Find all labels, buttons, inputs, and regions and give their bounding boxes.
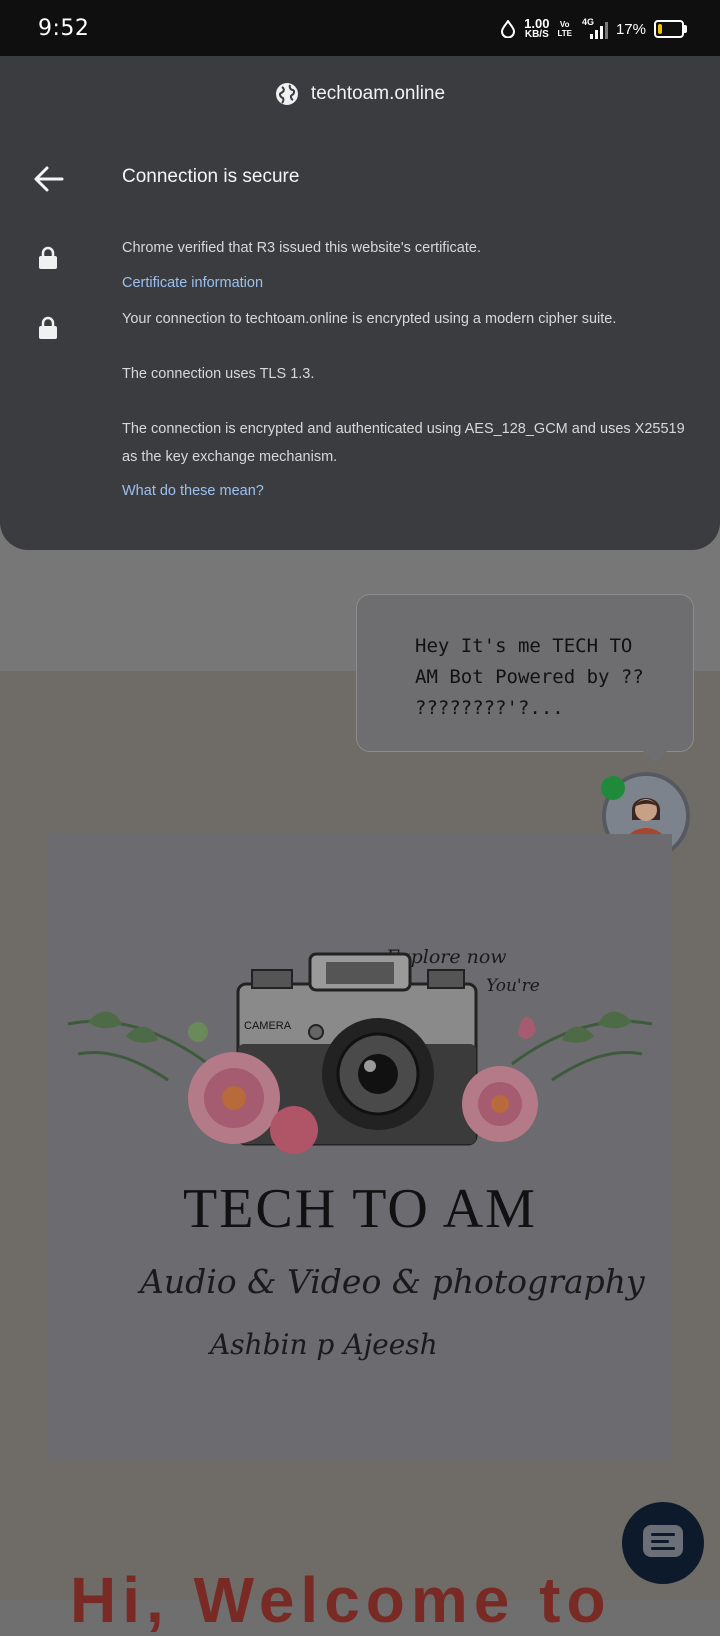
encryption-text: Your connection to techtoam.online is en… (122, 311, 617, 327)
tls-text: The connection uses TLS 1.3. (122, 366, 315, 382)
volte-bottom: LTE (557, 29, 572, 38)
logo-signature: Ashbin p Ajeesh (210, 1328, 438, 1361)
battery-percent: 17% (615, 20, 646, 38)
chat-lines-icon (643, 1525, 683, 1557)
data-speed-value: 1.00 (524, 16, 550, 31)
battery-fill (658, 24, 662, 34)
status-icons: 1.00 KB/S Vo LTE 4G 17% (500, 14, 687, 44)
chat-bubble[interactable]: Hey It's me TECH TO AM Bot Powered by ??… (356, 594, 694, 763)
help-link[interactable]: What do these mean? (122, 483, 264, 499)
back-arrow-icon[interactable] (32, 162, 66, 196)
cipher-text: The connection is encrypted and authenti… (122, 421, 685, 465)
logo-camera-label: CAMERA (244, 1020, 292, 1032)
status-time: 9:52 (38, 16, 90, 41)
data-saver-icon (501, 20, 516, 38)
data-speed: 1.00 KB/S (524, 16, 550, 40)
signal-icon: 4G (580, 17, 608, 39)
camera-illustration (67, 952, 653, 1154)
online-status-dot (601, 776, 625, 800)
lock-icon (39, 316, 57, 339)
chat-message: Hey It's me TECH TO AM Bot Powered by ??… (415, 635, 644, 719)
connection-info-sheet: techtoam.online Connection is secure Chr… (0, 56, 720, 550)
welcome-heading: Hi, Welcome to (70, 1564, 612, 1636)
site-header: techtoam.online (0, 82, 720, 106)
logo-subtitle: Audio & Video & photography (140, 1262, 645, 1301)
volte-indicator: Vo LTE (557, 20, 572, 38)
lock-icon (39, 246, 57, 269)
battery-icon (654, 20, 687, 38)
logo-image: Explore now You're CAMERA TECH TO AM Aud… (48, 834, 672, 1460)
chat-open-button[interactable] (622, 1502, 704, 1584)
data-speed-unit: KB/S (524, 29, 549, 40)
globe-icon (275, 83, 298, 105)
sheet-title: Connection is secure (122, 166, 300, 187)
logo-title: TECH TO AM (183, 1178, 537, 1240)
certificate-text: Chrome verified that R3 issued this webs… (122, 240, 481, 256)
status-bar: 9:52 1.00 KB/S Vo LTE 4G 17% (0, 0, 720, 56)
volte-top: Vo (559, 20, 570, 29)
certificate-info-link[interactable]: Certificate information (122, 275, 263, 291)
site-domain: techtoam.online (310, 83, 446, 104)
